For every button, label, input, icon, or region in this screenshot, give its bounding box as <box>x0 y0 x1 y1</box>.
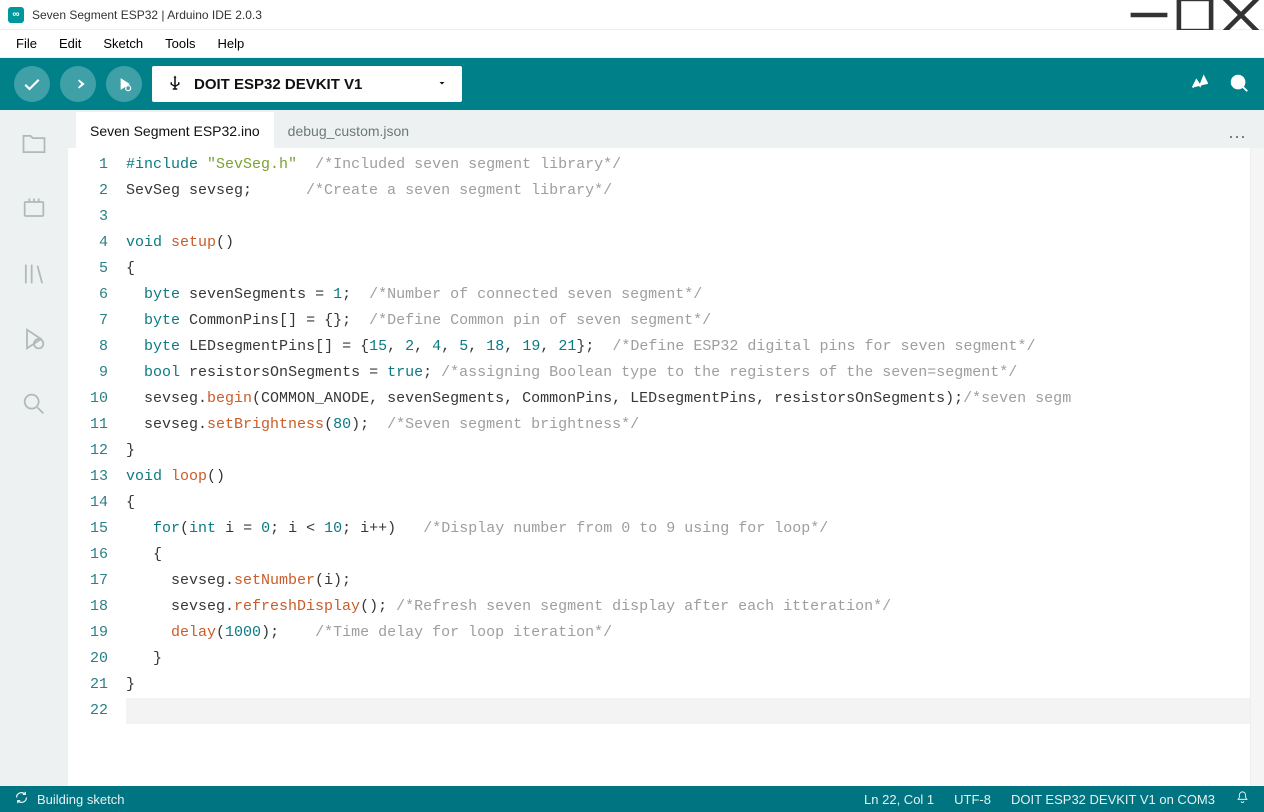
maximize-button[interactable] <box>1172 0 1218 29</box>
menu-file[interactable]: File <box>6 32 47 55</box>
titlebar: ∞ Seven Segment ESP32 | Arduino IDE 2.0.… <box>0 0 1264 30</box>
serial-plotter-button[interactable] <box>1190 72 1212 97</box>
statusbar: Building sketch Ln 22, Col 1 UTF-8 DOIT … <box>0 786 1264 812</box>
code-content[interactable]: #include "SevSeg.h" /*Included seven seg… <box>126 148 1264 786</box>
menu-help[interactable]: Help <box>207 32 254 55</box>
arduino-logo-icon: ∞ <box>8 7 24 23</box>
window-controls <box>1126 0 1264 29</box>
editor-area: Seven Segment ESP32.ino debug_custom.jso… <box>68 110 1264 786</box>
code-editor[interactable]: 12345678910111213141516171819202122 #inc… <box>68 148 1264 786</box>
board-selector[interactable]: DOIT ESP32 DEVKIT V1 <box>152 66 462 102</box>
usb-icon <box>166 74 184 95</box>
status-cursor[interactable]: Ln 22, Col 1 <box>864 792 934 807</box>
menu-edit[interactable]: Edit <box>49 32 91 55</box>
status-encoding[interactable]: UTF-8 <box>954 792 991 807</box>
status-board[interactable]: DOIT ESP32 DEVKIT V1 on COM3 <box>1011 792 1215 807</box>
search-icon[interactable] <box>20 390 48 421</box>
boards-manager-icon[interactable] <box>20 195 48 226</box>
tabbar: Seven Segment ESP32.ino debug_custom.jso… <box>68 110 1264 148</box>
library-manager-icon[interactable] <box>20 260 48 291</box>
toolbar: DOIT ESP32 DEVKIT V1 <box>0 58 1264 110</box>
debug-button[interactable] <box>106 66 142 102</box>
upload-button[interactable] <box>60 66 96 102</box>
status-building: Building sketch <box>37 792 124 807</box>
main: Seven Segment ESP32.ino debug_custom.jso… <box>0 110 1264 786</box>
menubar: File Edit Sketch Tools Help <box>0 30 1264 58</box>
tab-overflow-button[interactable]: ⋯ <box>1218 127 1256 148</box>
menu-tools[interactable]: Tools <box>155 32 205 55</box>
line-number-gutter: 12345678910111213141516171819202122 <box>68 148 126 786</box>
sidebar <box>0 110 68 786</box>
board-name: DOIT ESP32 DEVKIT V1 <box>194 76 362 93</box>
debug-panel-icon[interactable] <box>20 325 48 356</box>
menu-sketch[interactable]: Sketch <box>93 32 153 55</box>
minimize-button[interactable] <box>1126 0 1172 29</box>
window-title: Seven Segment ESP32 | Arduino IDE 2.0.3 <box>32 8 262 22</box>
editor-scrollbar[interactable] <box>1250 148 1264 786</box>
tab-debug-custom[interactable]: debug_custom.json <box>274 114 423 148</box>
close-button[interactable] <box>1218 0 1264 29</box>
chevron-down-icon <box>436 77 448 92</box>
verify-button[interactable] <box>14 66 50 102</box>
notifications-icon[interactable] <box>1235 790 1250 808</box>
sketchbook-icon[interactable] <box>20 130 48 161</box>
tab-main-sketch[interactable]: Seven Segment ESP32.ino <box>76 112 274 148</box>
sync-icon <box>14 790 29 808</box>
serial-monitor-button[interactable] <box>1228 72 1250 97</box>
